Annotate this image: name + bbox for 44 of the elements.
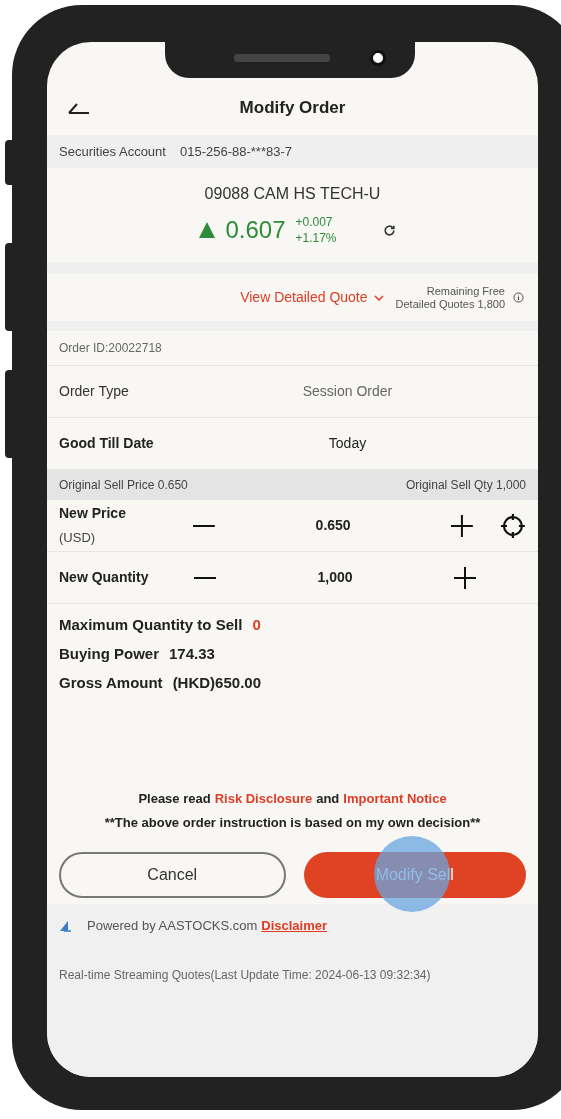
summary-label: Gross Amount [59,673,163,694]
price-change: +0.007 [295,214,334,230]
notice-text: and [316,790,340,808]
page-title: Modify Order [239,96,346,119]
powered-by-text: Powered by AASTOCKS.com [87,917,258,935]
disclaimer-link[interactable]: Disclaimer [261,916,328,936]
refresh-icon[interactable] [382,223,396,237]
field-value[interactable]: Today [259,433,436,454]
remaining-quotes-text: Remaining Free [426,284,505,298]
field-value[interactable]: Session Order [259,381,436,402]
summary-value: (HKD)650.00 [172,673,261,694]
chevron-down-icon [373,294,384,301]
field-label: Good Till Date [59,434,155,453]
currency-label: (USD) [59,529,97,548]
summary-value: 174.33 [169,644,215,665]
plus-icon[interactable] [454,566,476,589]
original-price: Original Sell Price 0.650 [59,477,188,494]
summary-value: 0 [252,615,261,636]
crosshair-icon[interactable] [500,512,526,539]
summary-label: Buying Power [59,644,159,665]
info-icon[interactable] [513,292,524,303]
important-notice-link[interactable]: Important Notice [343,789,447,809]
risk-disclosure-link[interactable]: Risk Disclosure [214,789,313,809]
account-number: 015-256-88-***83-7 [179,142,292,161]
stepper-value[interactable]: 0.650 [214,515,452,536]
order-id: Order ID:20022718 [59,340,162,357]
field-label: Order Type [59,382,130,401]
decision-statement: **The above order instruction is based on my own decision** [104,813,481,832]
stepper-label: New Price [59,504,127,524]
plus-icon[interactable] [451,514,474,537]
streaming-quotes-status: Real-time Streaming Quotes(Last Update Time: 2024-06-13 09:32:34) [59,966,432,984]
percent-change: +1.17% [295,230,337,246]
stepper-label: New Quantity [59,568,150,587]
cancel-button[interactable]: Cancel [59,852,286,898]
summary-label: Maximum Quantity to Sell [59,615,243,636]
account-label: Securities Account [59,142,166,161]
stock-price: 0.607 [225,215,286,245]
remaining-quotes-text: Detailed Quotes 1,800 [395,297,505,311]
original-quantity: Original Sell Qty 1,000 [405,477,526,494]
logo-icon [59,919,73,932]
stock-name: 09088 CAM HS TECH-U [204,184,381,204]
view-detailed-quote-link[interactable]: View Detailed Quote [240,287,384,308]
stepper-value[interactable]: 1,000 [216,567,454,588]
notice-text: Please read [138,790,211,808]
